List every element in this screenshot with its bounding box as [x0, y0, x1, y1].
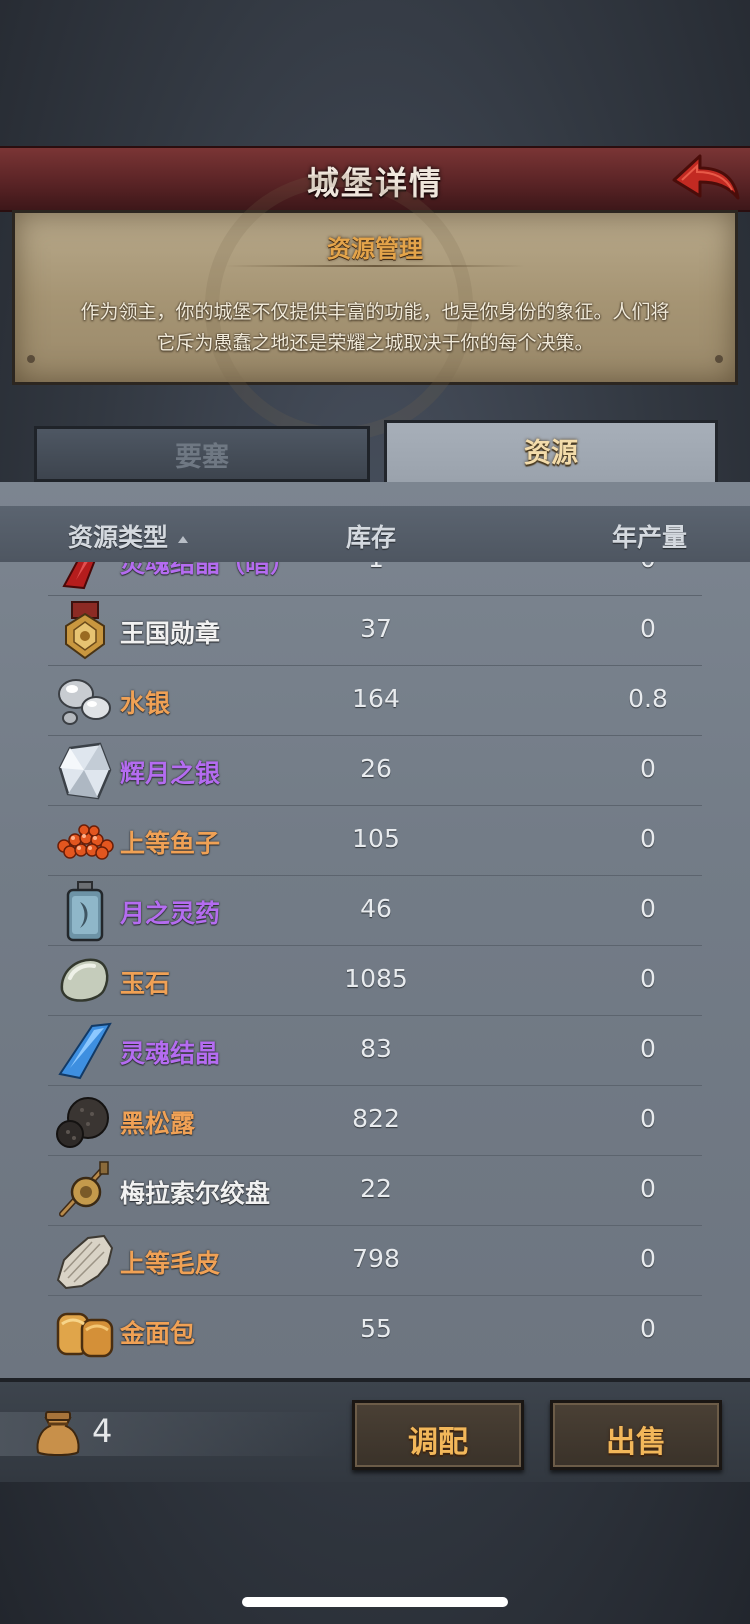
tab-resources[interactable]: 资源 [384, 420, 718, 482]
kingdom-medal-icon [65, 601, 105, 660]
resource-name: 辉月之银 [120, 759, 221, 788]
table-row[interactable]: 梅拉索尔绞盘 22 0 [0, 1156, 750, 1226]
heading-divider [225, 265, 525, 267]
resource-stock: 55 [360, 1314, 392, 1343]
caviar-icon [57, 824, 114, 860]
back-arrow-icon [672, 154, 740, 200]
allocate-button[interactable]: 调配 [352, 1400, 524, 1470]
resource-stock: 822 [352, 1104, 400, 1133]
intro-description: 作为领主，你的城堡不仅提供丰富的功能，也是你身份的象征。人们将 它斥为愚蠢之地还… [45, 297, 705, 359]
table-row[interactable]: 月之灵药 46 0 [0, 876, 750, 946]
soul-crystal-icon [58, 1022, 112, 1080]
resource-name: 黑松露 [120, 1109, 196, 1138]
resource-name: 梅拉索尔绞盘 [120, 1179, 271, 1208]
sell-button[interactable]: 出售 [550, 1400, 722, 1470]
grain-sack-icon [36, 1411, 80, 1456]
resource-production: 0 [640, 1314, 656, 1343]
resource-production: 0 [640, 614, 656, 643]
winch-icon [59, 1161, 109, 1217]
resource-name: 灵魂结晶（暗） [120, 562, 296, 578]
resource-production: 0 [640, 824, 656, 853]
table-row[interactable]: 灵魂结晶（暗） 1 0 [0, 562, 750, 596]
column-header-production[interactable]: 年产量 [612, 518, 687, 554]
table-row[interactable]: 辉月之银 26 0 [0, 736, 750, 806]
table-row[interactable]: 黑松露 822 0 [0, 1086, 750, 1156]
resource-name: 上等毛皮 [120, 1249, 221, 1278]
allocate-label: 调配 [408, 1425, 468, 1460]
description-line: 它斥为愚蠢之地还是荣耀之城取决于你的每个决策。 [156, 332, 594, 354]
resource-production: 0.8 [628, 684, 668, 713]
resource-stock: 46 [360, 894, 392, 923]
resource-production: 0 [640, 1104, 656, 1133]
column-header-stock[interactable]: 库存 [346, 518, 396, 554]
bottom-bar: 4 调配 出售 [0, 1378, 750, 1482]
table-row[interactable]: 王国勋章 37 0 [0, 596, 750, 666]
pin-decoration [27, 355, 35, 363]
resource-name: 灵魂结晶 [120, 1039, 221, 1068]
resource-name: 金面包 [120, 1319, 196, 1348]
table-row[interactable]: 上等毛皮 798 0 [0, 1226, 750, 1296]
dark-soul-crystal-icon [62, 562, 96, 590]
bag-count: 4 [92, 1412, 113, 1450]
table-row[interactable]: 玉石 1085 0 [0, 946, 750, 1016]
resource-stock: 83 [360, 1034, 392, 1063]
resource-stock: 164 [352, 684, 400, 713]
resource-name: 王国勋章 [120, 619, 221, 648]
mercury-icon [58, 679, 111, 725]
sell-label: 出售 [606, 1425, 666, 1460]
resource-name: 月之灵药 [120, 899, 221, 928]
resource-stock: 26 [360, 754, 392, 783]
table-row[interactable]: 水银 164 0.8 [0, 666, 750, 736]
tab-fortress[interactable]: 要塞 [34, 426, 370, 482]
moon-elixir-icon [66, 881, 104, 942]
jade-icon [60, 958, 109, 1002]
resource-stock: 105 [352, 824, 400, 853]
resource-production: 0 [640, 1174, 656, 1203]
table-row[interactable]: 灵魂结晶 83 0 [0, 1016, 750, 1086]
resource-stock: 798 [352, 1244, 400, 1273]
resource-stock: 37 [360, 614, 392, 643]
table-row[interactable]: 金面包 55 0 [0, 1296, 750, 1366]
resource-production: 0 [640, 1244, 656, 1273]
resource-stock: 1085 [344, 964, 408, 993]
golden-bread-icon [56, 1312, 114, 1358]
tab-label: 资源 [524, 438, 578, 469]
tab-label: 要塞 [175, 442, 229, 473]
resource-name: 上等鱼子 [120, 829, 221, 858]
resource-name: 玉石 [120, 969, 171, 998]
resource-stock: 22 [360, 1174, 392, 1203]
resource-stock: 1 [316, 562, 436, 573]
resource-production: 0 [640, 894, 656, 923]
home-indicator[interactable] [242, 1597, 508, 1607]
resource-production: 0 [588, 562, 708, 573]
resource-production: 0 [640, 754, 656, 783]
black-truffle-icon [56, 1097, 109, 1148]
section-heading: 资源管理 [327, 235, 423, 263]
table-header: 资源类型 库存 年产量 [0, 506, 750, 562]
table-row[interactable]: 上等鱼子 105 0 [0, 806, 750, 876]
fur-icon [56, 1234, 114, 1290]
resource-name: 水银 [120, 689, 171, 718]
tab-bar: 要塞 资源 [34, 420, 718, 482]
resource-production: 0 [640, 964, 656, 993]
column-header-type[interactable]: 资源类型 [68, 518, 168, 554]
pin-decoration [715, 355, 723, 363]
resource-list[interactable]: 灵魂结晶（暗） 1 0 王国勋章 37 0 水银 164 0.8 [0, 562, 750, 1367]
moon-silver-icon [58, 742, 112, 800]
resource-production: 0 [640, 1034, 656, 1063]
description-line: 作为领主，你的城堡不仅提供丰富的功能，也是你身份的象征。人们将 [80, 301, 670, 323]
intro-panel: 资源管理 作为领主，你的城堡不仅提供丰富的功能，也是你身份的象征。人们将 它斥为… [12, 173, 738, 441]
sort-icon[interactable] [178, 536, 188, 543]
back-button[interactable] [670, 150, 740, 208]
